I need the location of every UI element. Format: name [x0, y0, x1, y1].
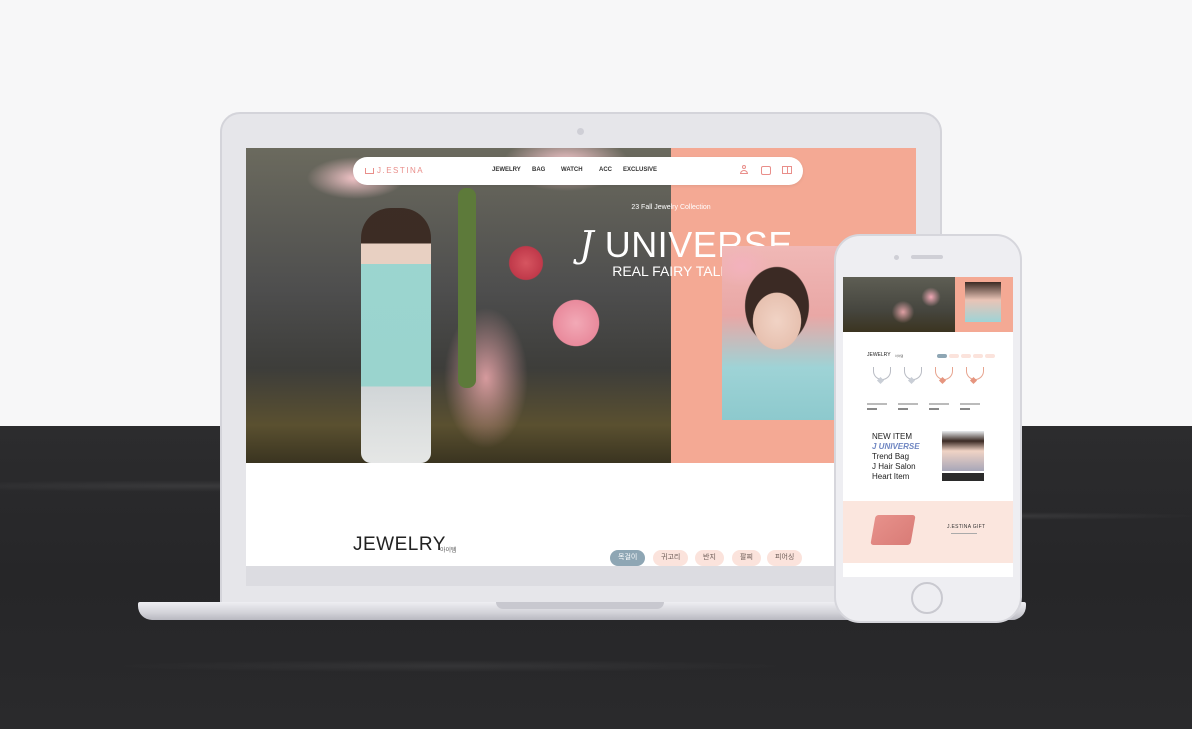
nav-jewelry[interactable]: JEWELRY: [492, 167, 521, 173]
phone-speaker: [911, 255, 943, 259]
mobile-product-price-1: [867, 408, 877, 410]
mobile-tab-ring[interactable]: [961, 354, 971, 358]
mobile-jewelry-subtitle: 아이템: [895, 354, 904, 358]
mobile-gift-section: [843, 501, 1013, 563]
laptop-screen: 23 Fall Jewelry Collection J UNIVERSE RE…: [246, 148, 916, 566]
nav-exclusive[interactable]: EXCLUSIVE: [623, 167, 657, 173]
phone-camera: [894, 255, 899, 260]
gift-icon[interactable]: [782, 166, 792, 174]
mobile-trend-bag-label: Trend Bag: [872, 452, 910, 461]
nav-bag[interactable]: BAG: [532, 167, 545, 173]
mobile-tab-earring[interactable]: [949, 354, 959, 358]
laptop-bezel-bottom: [246, 566, 916, 586]
mobile-product-price-2: [898, 408, 908, 410]
nav-watch[interactable]: WATCH: [561, 167, 583, 173]
tab-bracelet[interactable]: 팔찌: [732, 550, 761, 566]
mobile-product-necklace-4[interactable]: [963, 367, 985, 389]
mobile-product-price-4: [960, 408, 970, 410]
phone-screen: JEWELRY 아이템 NEW ITEM J UNIVERSE Trend Ba…: [843, 277, 1013, 577]
tab-ring[interactable]: 반지: [695, 550, 724, 566]
mobile-jewelry-title: JEWELRY: [867, 352, 891, 358]
jewelry-section-subtitle: 아이템: [440, 548, 457, 554]
hero-model: [361, 208, 431, 463]
mobile-heart-item-label: Heart Item: [872, 472, 910, 481]
tab-earring[interactable]: 귀고리: [653, 550, 689, 566]
hero-title-mark: J: [579, 225, 595, 266]
nav-acc[interactable]: ACC: [599, 167, 612, 173]
mobile-product-name-4: [960, 403, 980, 405]
hero-collection-label: 23 Fall Jewelry Collection: [631, 204, 711, 211]
laptop-camera: [577, 128, 584, 135]
mobile-new-item-label: NEW ITEM: [872, 432, 912, 441]
mobile-universe-label: J UNIVERSE: [872, 442, 920, 451]
mobile-hero-inset: [965, 282, 1001, 322]
crown-icon: [365, 167, 374, 174]
jewelry-section-title: JEWELRY: [353, 534, 446, 555]
mobile-product-necklace-3[interactable]: [932, 367, 954, 389]
mobile-new-item-block: NEW ITEM J UNIVERSE Trend Bag J Hair Sal…: [872, 432, 920, 482]
shopping-bag-icon[interactable]: [761, 166, 771, 175]
mobile-tab-bracelet[interactable]: [973, 354, 983, 358]
phone-home-button[interactable]: [911, 582, 943, 614]
top-navbar: J.ESTINA JEWELRY BAG WATCH ACC EXCLUSIVE: [353, 157, 803, 185]
mobile-product-necklace-1[interactable]: [870, 367, 892, 389]
mobile-product-necklace-2[interactable]: [901, 367, 923, 389]
site-logo[interactable]: J.ESTINA: [365, 166, 424, 175]
laptop-notch: [496, 602, 664, 609]
mobile-gift-link[interactable]: [951, 533, 977, 534]
mobile-tab-necklace[interactable]: [937, 354, 947, 358]
mobile-new-item-button[interactable]: [942, 473, 984, 481]
logo-text: J.ESTINA: [377, 166, 425, 175]
hero-inset-photo: [722, 246, 846, 420]
mobile-hair-salon-label: J Hair Salon: [872, 462, 916, 471]
mobile-gift-title: J.ESTINA GIFT: [947, 524, 986, 530]
mobile-tab-piercing[interactable]: [985, 354, 995, 358]
mobile-new-item-photo[interactable]: [942, 431, 984, 471]
mobile-product-price-3: [929, 408, 939, 410]
gift-box-image: [870, 515, 916, 545]
tab-necklace[interactable]: 목걸이: [610, 550, 646, 566]
user-icon[interactable]: [739, 165, 749, 175]
hero-flower-stem: [458, 188, 476, 388]
mobile-product-name-1: [867, 403, 887, 405]
mobile-product-name-3: [929, 403, 949, 405]
mobile-product-name-2: [898, 403, 918, 405]
tab-piercing[interactable]: 피어싱: [767, 550, 803, 566]
